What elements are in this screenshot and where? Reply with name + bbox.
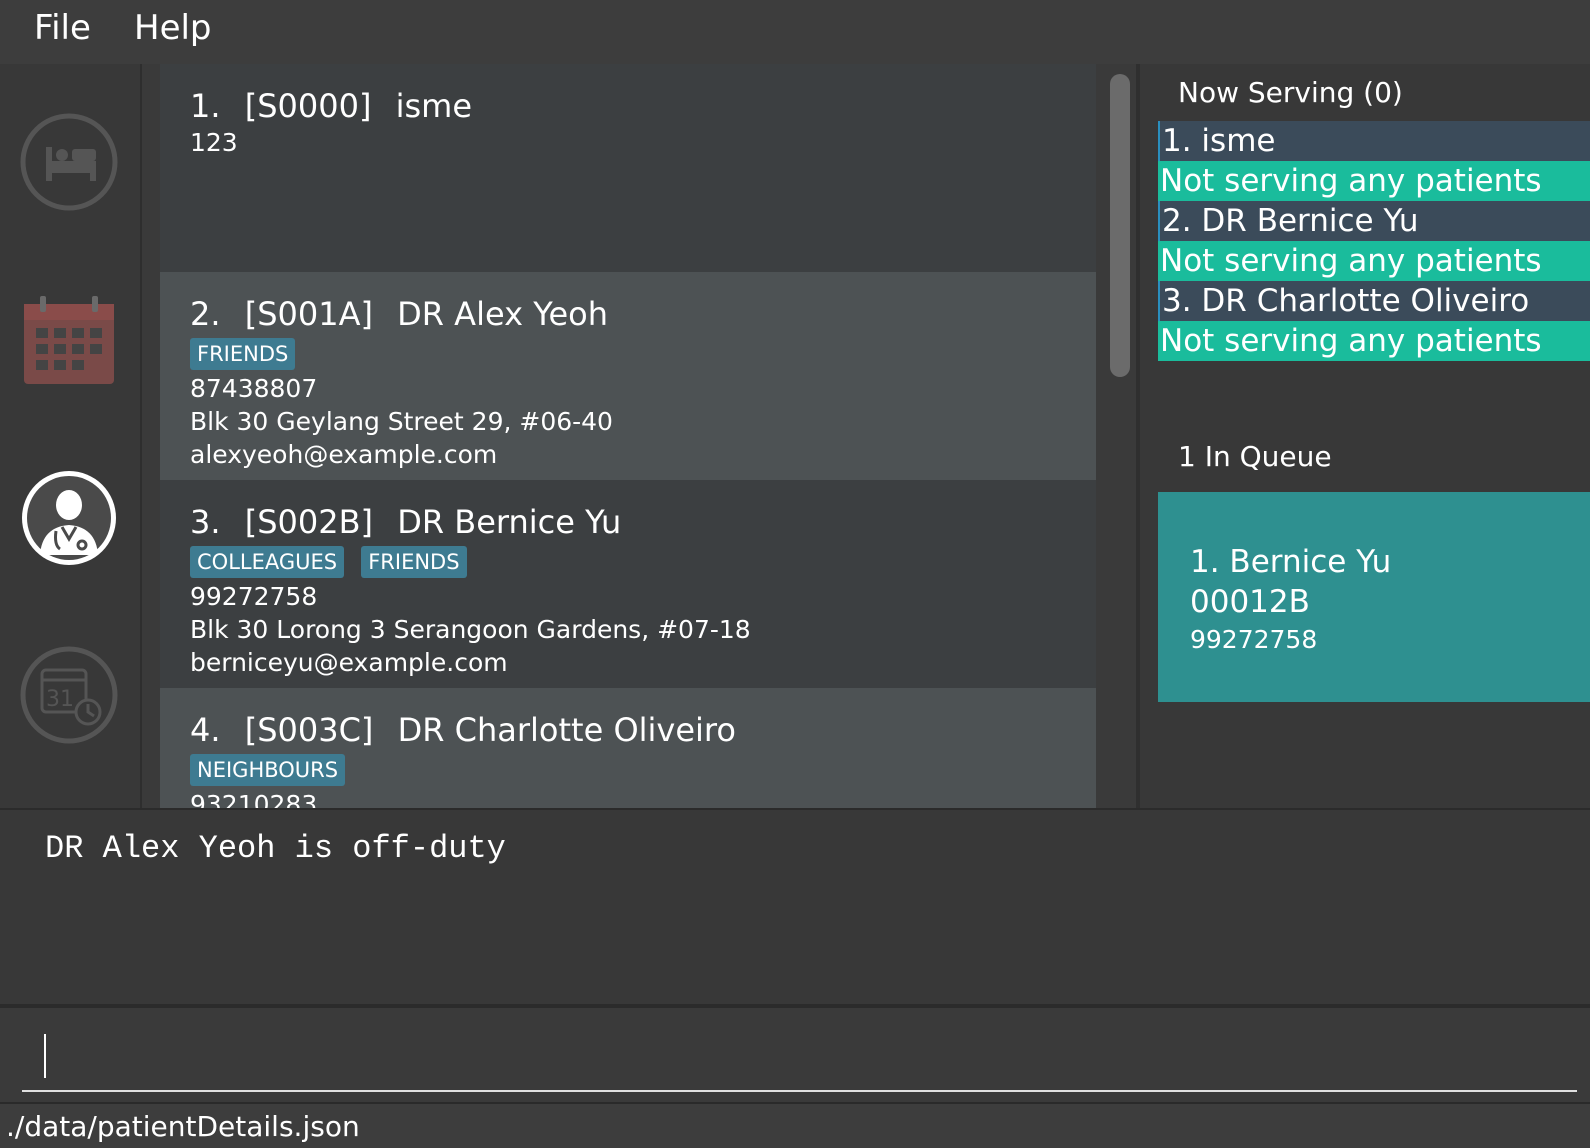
person-title: 1. [S0000] isme [190,86,1066,126]
person-id: [S001A] [244,295,373,333]
sidebar-item-schedule[interactable]: 31 [20,646,118,744]
tag-badge: FRIENDS [190,338,296,370]
person-index: 2. [190,295,221,333]
person-phone: 87438807 [190,374,318,403]
person-name: DR Charlotte Oliveiro [397,711,736,749]
result-display: DR Alex Yeoh is off-duty [0,808,1590,1004]
person-title: 4. [S003C] DR Charlotte Oliveiro [190,710,1066,750]
tag-list: COLLEAGUES FRIENDS [190,546,1066,580]
person-title: 3. [S002B] DR Bernice Yu [190,502,1066,542]
person-email: alexyeoh@example.com [190,440,498,469]
queue-patient-name: 1. Bernice Yu [1190,544,1392,580]
person-name: DR Alex Yeoh [397,295,609,333]
command-input[interactable] [22,1008,1577,1092]
person-name: isme [395,87,473,125]
menu-bar: File Help [0,0,1590,64]
person-list[interactable]: 1. [S0000] isme 123 2. [S001A] DR Alex Y… [142,64,1136,808]
tag-badge: NEIGHBOURS [190,754,346,786]
text-caret [44,1034,46,1078]
person-phone: 99272758 [190,582,318,611]
person-address: Blk 30 Geylang Street 29, #06-40 [190,407,613,436]
tag-list: FRIENDS [190,338,1066,372]
person-id: [S002B] [244,503,374,541]
doctor-icon [22,471,116,565]
menu-file[interactable]: File [34,8,91,48]
serving-room-name[interactable]: 3. DR Charlotte Oliveiro [1158,281,1590,321]
sidebar-item-appointments[interactable] [20,290,118,388]
tag-list: NEIGHBOURS [190,754,1066,788]
tag-badge: COLLEAGUES [190,546,345,578]
queue-patient-phone: 99272758 [1190,625,1318,654]
save-location: ./data/patientDetails.json [6,1110,360,1143]
calendar-icon [24,296,114,384]
sidebar-item-patients[interactable] [20,113,118,211]
serving-room-status: Not serving any patients [1158,241,1590,281]
sidebar: 31 [0,64,142,808]
person-card[interactable]: 4. [S003C] DR Charlotte Oliveiro NEIGHBO… [160,688,1096,808]
person-id: [S003C] [244,711,374,749]
queue-item[interactable]: 1. Bernice Yu 00012B 99272758 [1158,492,1590,702]
result-message: DR Alex Yeoh is off-duty [45,830,506,867]
right-panel: Now Serving (0) 1. isme Not serving any … [1140,64,1590,808]
calendar-clock-icon: 31 [20,646,118,744]
person-phone: 123 [190,128,238,157]
person-card[interactable]: 1. [S0000] isme 123 [160,64,1096,272]
person-card[interactable]: 3. [S002B] DR Bernice Yu COLLEAGUES FRIE… [160,480,1096,688]
tag-badge: FRIENDS [361,546,467,578]
queue-patient-id: 00012B [1190,584,1310,620]
serving-list: 1. isme Not serving any patients 2. DR B… [1158,121,1590,361]
menu-help[interactable]: Help [134,8,212,48]
serving-room-status: Not serving any patients [1158,161,1590,201]
person-id: [S0000] [244,87,372,125]
person-address: Blk 30 Lorong 3 Serangoon Gardens, #07-1… [190,615,751,644]
person-index: 1. [190,87,221,125]
person-name: DR Bernice Yu [397,503,622,541]
bed-icon [20,113,118,211]
person-title: 2. [S001A] DR Alex Yeoh [190,294,1066,334]
command-box [0,1004,1590,1106]
person-phone: 93210283 [190,790,318,808]
status-bar: ./data/patientDetails.json [0,1102,1590,1148]
sidebar-item-doctors[interactable] [20,469,118,567]
now-serving-heading: Now Serving (0) [1178,76,1403,109]
person-index: 4. [190,711,221,749]
serving-room-name[interactable]: 2. DR Bernice Yu [1158,201,1590,241]
serving-room-status: Not serving any patients [1158,321,1590,361]
person-card[interactable]: 2. [S001A] DR Alex Yeoh FRIENDS 87438807… [160,272,1096,480]
queue-heading: 1 In Queue [1178,440,1332,473]
serving-room-name[interactable]: 1. isme [1158,121,1590,161]
person-email: berniceyu@example.com [190,648,508,677]
list-scrollbar[interactable] [1110,74,1130,377]
person-index: 3. [190,503,221,541]
svg-text:31: 31 [46,687,74,712]
